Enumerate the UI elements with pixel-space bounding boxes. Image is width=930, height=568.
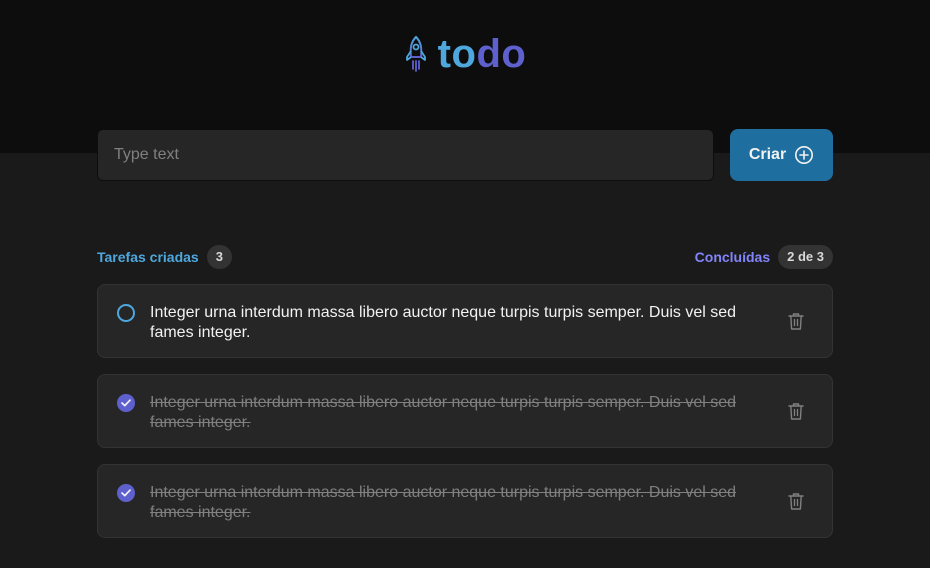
created-count-badge: 3 — [206, 245, 232, 269]
checked-circle-icon — [117, 484, 135, 502]
new-task-form: Criar — [97, 129, 833, 181]
delete-button[interactable] — [784, 399, 808, 423]
task-item: Integer urna interdum massa libero aucto… — [97, 464, 833, 538]
task-checkbox[interactable] — [114, 391, 138, 415]
created-counter: Tarefas criadas 3 — [97, 245, 232, 269]
checked-circle-icon — [117, 394, 135, 412]
logo: todo — [0, 34, 930, 74]
done-counter: Concluídas 2 de 3 — [695, 245, 833, 269]
task-checkbox[interactable] — [114, 481, 138, 505]
task-item: Integer urna interdum massa libero aucto… — [97, 284, 833, 358]
rocket-icon — [405, 35, 426, 72]
done-label: Concluídas — [694, 249, 771, 265]
done-count-badge: 2 de 3 — [778, 245, 833, 269]
task-checkbox[interactable] — [114, 301, 138, 325]
trash-icon — [788, 313, 804, 330]
create-button-label: Criar — [748, 146, 787, 163]
task-text: Integer urna interdum massa libero aucto… — [150, 394, 737, 431]
logo-text-do: do — [476, 32, 527, 76]
delete-button[interactable] — [784, 309, 808, 333]
plus-circle-icon — [795, 146, 814, 164]
trash-icon — [788, 493, 804, 510]
logo-text-to: to — [437, 32, 477, 76]
create-button[interactable]: Criar — [730, 129, 833, 181]
trash-icon — [788, 403, 804, 420]
task-item: Integer urna interdum massa libero aucto… — [97, 374, 833, 448]
delete-button[interactable] — [784, 489, 808, 513]
task-text: Integer urna interdum massa libero aucto… — [150, 484, 737, 521]
created-label: Tarefas criadas — [97, 249, 199, 265]
task-list: Integer urna interdum massa libero aucto… — [97, 284, 833, 554]
logo-text: todo — [438, 34, 527, 74]
task-text: Integer urna interdum massa libero aucto… — [150, 304, 737, 341]
unchecked-circle-icon — [117, 304, 135, 322]
new-task-input[interactable] — [97, 129, 714, 181]
task-counters: Tarefas criadas 3 Concluídas 2 de 3 — [97, 245, 833, 269]
